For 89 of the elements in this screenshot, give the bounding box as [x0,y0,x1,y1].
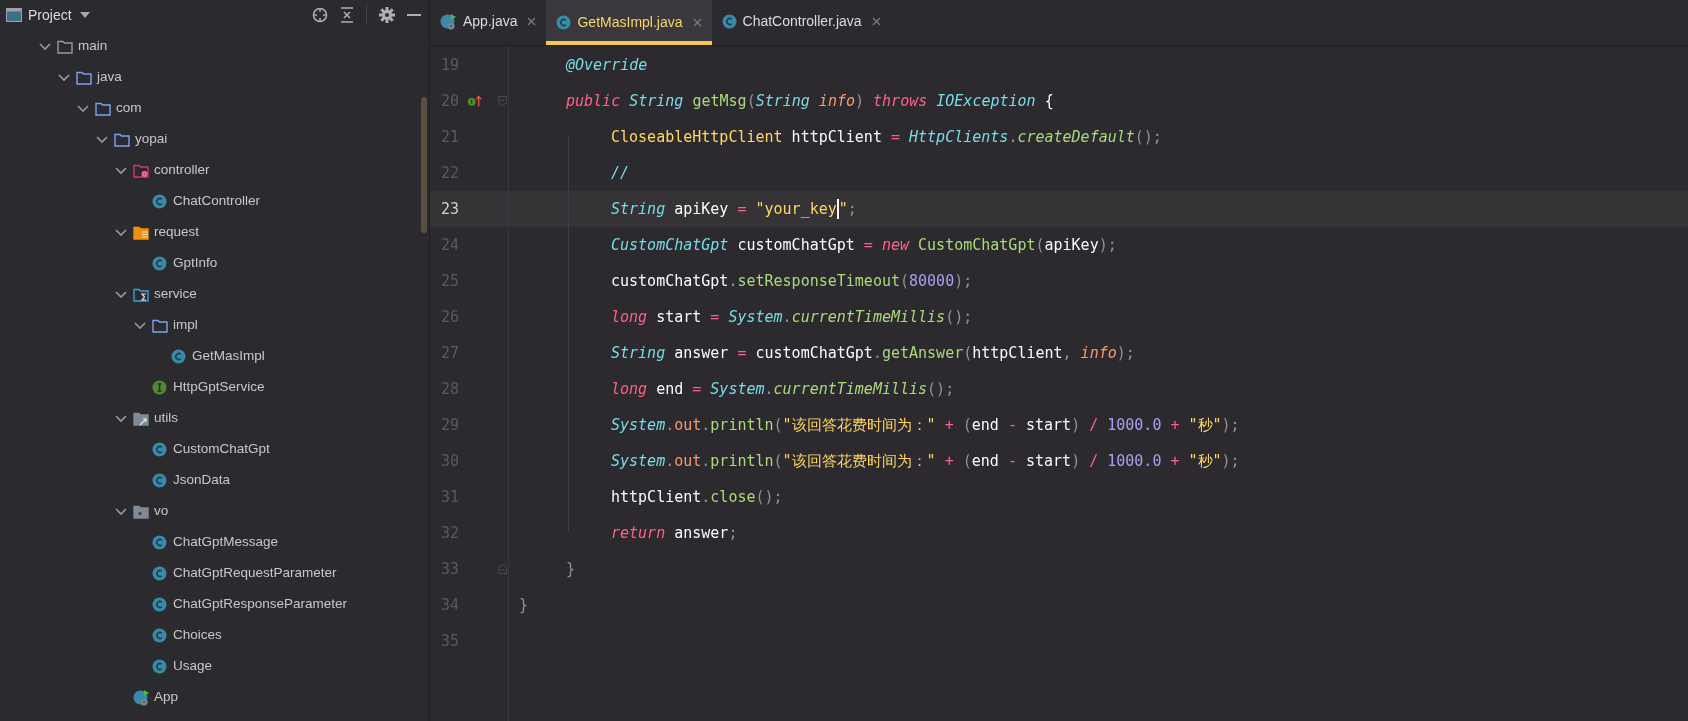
settings-icon[interactable] [379,7,395,23]
dropdown-icon[interactable] [79,12,90,18]
class-icon [152,597,167,612]
arrow-folder-icon [133,411,149,426]
tree-item-label[interactable]: ChatGptRequestParameter [173,563,337,584]
tree-item-label[interactable]: Usage [173,656,213,677]
chevron-down-icon[interactable] [133,321,147,330]
code-line: CustomChatGpt customChatGpt = new CustomChatGpt(apiKey); [611,234,1117,256]
class-icon [556,15,572,30]
class-icon [171,349,186,364]
sigma-folder-icon [133,287,149,302]
class-icon [152,628,167,643]
tree-item-label[interactable]: utils [154,408,178,429]
locate-icon[interactable] [312,7,328,23]
tree-item-label[interactable]: ChatController [173,191,261,212]
close-icon[interactable] [527,17,537,26]
chevron-down-icon[interactable] [57,73,71,82]
folder-icon [76,70,92,85]
editor-tab[interactable]: GetMasImpl.java [546,0,712,45]
tree-item-label[interactable]: request [154,222,200,243]
line-number: 23 [439,198,459,220]
minimize-icon[interactable] [407,13,421,17]
code-line: System.out.println("该回答花费时间为：" + (end - start) / 1000.0 + "秒"); [611,414,1240,436]
close-icon[interactable] [692,18,702,27]
close-icon[interactable] [871,17,881,26]
dot-folder-icon [133,504,149,519]
code-line: return answer; [611,522,738,544]
chevron-down-icon[interactable] [114,414,128,423]
class-icon [152,442,167,457]
code-line: // [611,162,630,184]
interface-icon [152,380,167,395]
chevron-down-icon[interactable] [114,166,128,175]
class-icon [152,659,167,674]
scrollbar-thumb[interactable] [421,97,427,233]
editor-tab[interactable]: ChatController.java [711,0,891,45]
tree-item-label[interactable]: java [97,67,122,88]
panel-title[interactable]: Project [28,4,72,26]
tree-item-label[interactable]: ChatGptMessage [173,532,279,553]
folder-icon [57,39,73,54]
code-line: String apiKey = "your_key"; [611,198,857,221]
class-icon [721,14,737,29]
tree-item-label[interactable]: yopai [135,129,168,150]
gear-folder-icon [133,163,149,178]
tree-item-label[interactable]: vo [154,501,169,522]
implements-marker-icon[interactable] [467,93,483,109]
code-line: } [566,558,576,580]
chevron-down-icon[interactable] [114,228,128,237]
window-icon [6,8,22,22]
code-line: customChatGpt.setResponseTimeout(80000); [611,270,973,292]
resource-folder-icon [133,225,149,240]
class-icon [152,535,167,550]
folder-icon [114,132,130,147]
tree-item-label[interactable]: HttpGptService [173,377,265,398]
tree-item-label[interactable]: impl [173,315,198,336]
collapse-all-icon[interactable] [340,7,354,23]
tree-item-label[interactable]: JsonData [173,470,231,491]
folder-icon [95,101,111,116]
runnable-class-icon [133,689,150,706]
class-icon [152,566,167,581]
code-line: } [519,594,529,616]
class-icon [152,473,167,488]
tree-item-label[interactable]: controller [154,160,210,181]
tree-item-label[interactable]: service [154,284,197,305]
code-line: System.out.println("该回答花费时间为：" + (end - start) / 1000.0 + "秒"); [611,450,1240,472]
chevron-down-icon[interactable] [114,290,128,299]
editor-tab[interactable]: App.java [430,0,547,45]
tree-item-label[interactable]: main [78,36,108,57]
tree-item-label[interactable]: App [154,687,179,708]
code-line: String answer = customChatGpt.getAnswer(httpClient, info); [611,342,1135,364]
tree-item-label[interactable]: CustomChatGpt [173,439,270,460]
tree-item-label[interactable]: com [116,98,142,119]
tree-item-label[interactable]: GptInfo [173,253,218,274]
folder-icon [152,318,168,333]
code-line: @Override [566,54,648,76]
tree-item-label[interactable]: ChatGptResponseParameter [173,594,348,615]
code-line: long start = System.currentTimeMillis(); [611,306,973,328]
code-line: CloseableHttpClient httpClient = HttpClients.createDefault(); [611,126,1162,148]
class-icon [152,194,167,209]
class-icon [152,256,167,271]
chevron-down-icon[interactable] [38,42,52,51]
chevron-down-icon[interactable] [114,507,128,516]
runnable-class-icon [440,13,457,30]
chevron-down-icon[interactable] [95,135,109,144]
code-line: long end = System.currentTimeMillis(); [611,378,955,400]
tree-item-label[interactable]: Choices [173,625,222,646]
code-line: public String getMsg(String info) throws IOException { [566,90,1054,112]
tree-item-label[interactable]: GetMasImpl [192,346,265,367]
chevron-down-icon[interactable] [76,104,90,113]
code-line: httpClient.close(); [611,486,783,508]
